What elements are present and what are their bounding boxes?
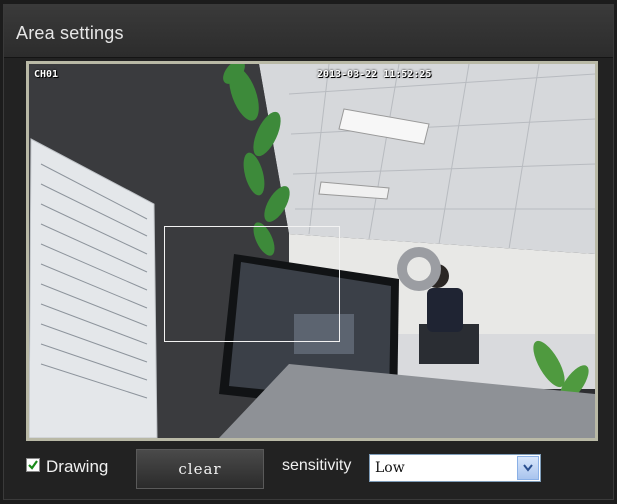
sensitivity-select[interactable]: Low [369,454,541,482]
panel-title: Area settings [16,23,124,43]
sensitivity-value: Low [375,460,405,476]
chevron-down-icon [523,464,533,472]
area-settings-panel: Area settings CH01 2013-03-22 11:52:25 D… [3,4,614,500]
video-preview[interactable]: CH01 2013-03-22 11:52:25 [26,61,598,441]
dropdown-button[interactable] [517,456,539,480]
timestamp-overlay: 2013-03-22 11:52:25 [317,69,432,80]
check-icon [28,460,38,470]
sensitivity-label: sensitivity [282,457,352,474]
clear-button[interactable]: clear [136,449,264,489]
channel-overlay: CH01 [34,69,59,80]
title-bar: Area settings [4,5,613,58]
drawing-checkbox[interactable] [26,458,40,472]
drawing-label[interactable]: Drawing [46,457,108,477]
detection-region-box[interactable] [164,226,340,342]
controls-bar: Drawing clear sensitivity Low [4,447,613,497]
